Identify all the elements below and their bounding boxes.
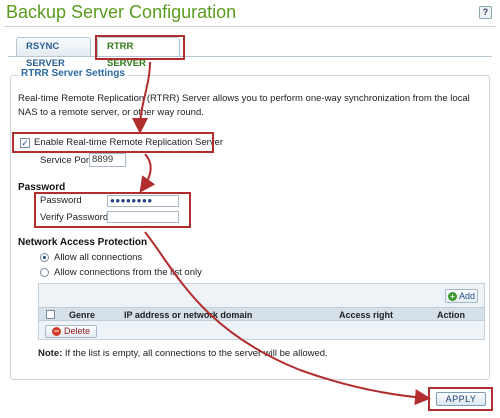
tab-rsync-server[interactable]: RSYNC SERVER <box>16 37 91 69</box>
highlight-box-enable <box>12 132 214 153</box>
password-input[interactable]: ●●●●●●●● <box>107 195 179 207</box>
rtrr-settings-legend: RTRR Server Settings <box>18 68 128 79</box>
help-icon[interactable]: ? <box>479 6 492 19</box>
column-access-right: Access right <box>339 310 394 320</box>
verify-password-label: Verify Password <box>40 212 109 223</box>
access-list-table: + Add Genre IP address or network domain… <box>38 283 485 340</box>
table-header: Genre IP address or network domain Acces… <box>39 307 484 321</box>
add-button[interactable]: + Add <box>445 289 478 303</box>
service-port-input[interactable]: 8899 <box>89 153 126 167</box>
column-action: Action <box>437 310 465 320</box>
minus-icon: − <box>51 326 61 336</box>
note-body: If the list is empty, all connections to… <box>62 348 328 359</box>
column-ip-address: IP address or network domain <box>124 310 253 320</box>
delete-label: Delete <box>63 326 90 336</box>
password-label: Password <box>40 195 82 206</box>
verify-password-input[interactable] <box>107 211 179 223</box>
page-title: Backup Server Configuration <box>6 2 237 22</box>
note-prefix: Note: <box>38 348 63 359</box>
rtrr-description: Real-time Remote Replication (RTRR) Serv… <box>18 93 470 118</box>
service-port-label: Service Port <box>40 155 92 166</box>
highlight-box-apply <box>428 387 493 411</box>
plus-icon: + <box>447 291 457 301</box>
add-label: Add <box>458 291 475 301</box>
radio-allow-list-label: Allow connections from the list only <box>54 267 202 278</box>
radio-allow-list[interactable] <box>40 268 49 277</box>
select-all-checkbox[interactable] <box>46 310 55 319</box>
radio-allow-list-row[interactable]: Allow connections from the list only <box>40 267 202 278</box>
note-text: Note: If the list is empty, all connecti… <box>38 348 328 359</box>
radio-allow-all-row[interactable]: Allow all connections <box>40 252 142 263</box>
delete-button[interactable]: − Delete <box>45 325 97 338</box>
title-divider <box>4 26 496 27</box>
column-genre: Genre <box>69 310 96 320</box>
tab-divider <box>8 56 492 57</box>
network-access-heading: Network Access Protection <box>18 237 148 248</box>
radio-allow-all-label: Allow all connections <box>54 252 143 263</box>
highlight-box-tab <box>95 35 185 60</box>
radio-allow-all[interactable] <box>40 253 49 262</box>
